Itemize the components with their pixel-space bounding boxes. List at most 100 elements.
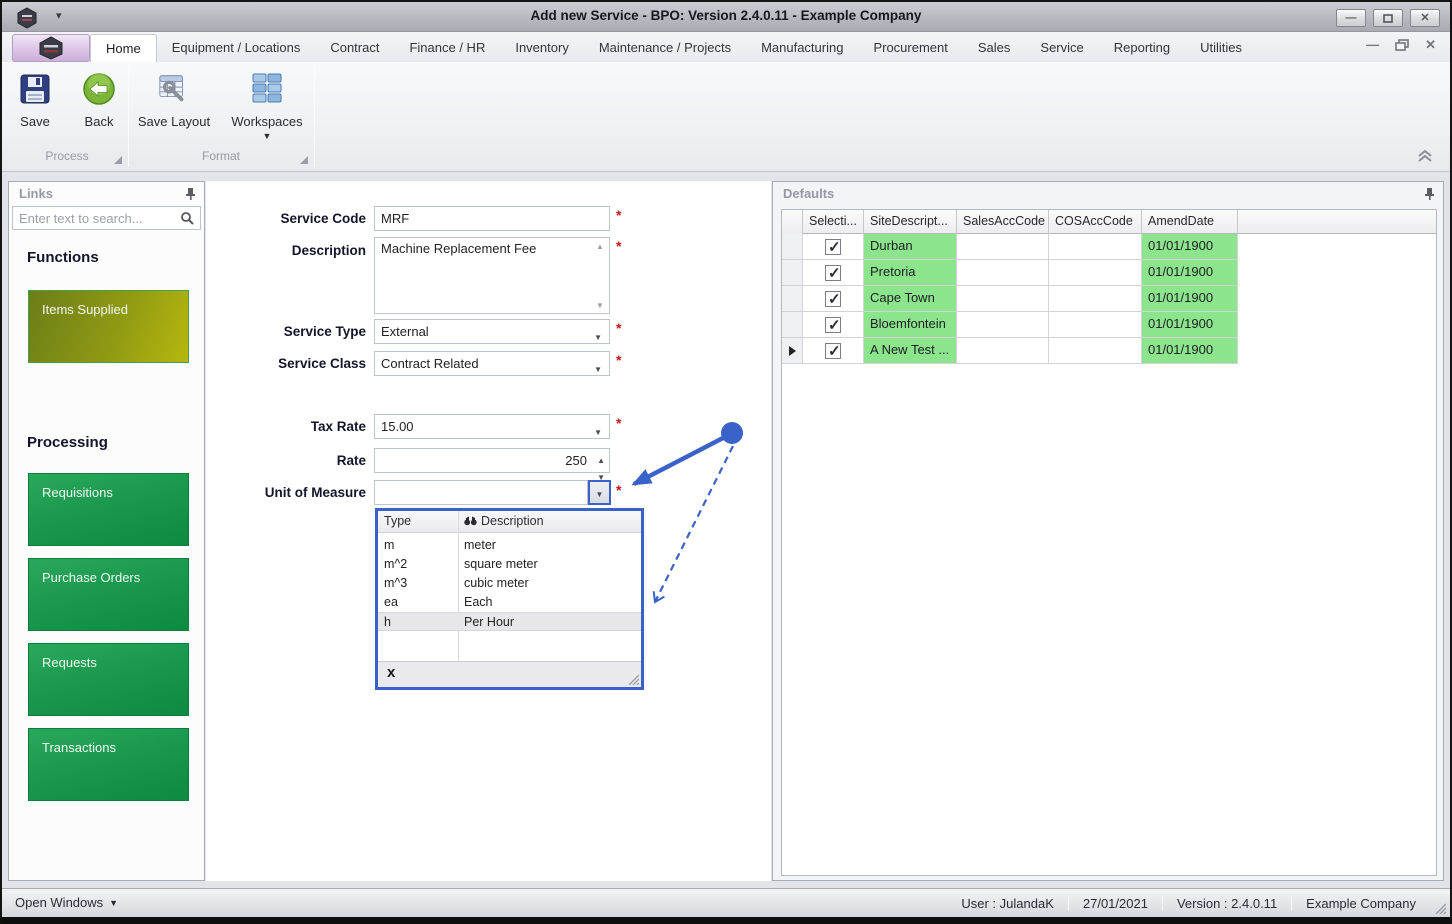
back-button[interactable]: Back [72, 68, 126, 129]
status-separator [1162, 895, 1163, 911]
tab-procurement[interactable]: Procurement [858, 34, 962, 62]
mdi-restore-button[interactable] [1395, 39, 1409, 51]
unit-of-measure-dropdown-button[interactable] [588, 480, 611, 505]
uom-option-m[interactable]: m meter [378, 536, 641, 555]
checkbox-checked-icon[interactable] [825, 343, 841, 359]
dialog-launcher-icon[interactable] [300, 156, 308, 164]
checkbox-checked-icon[interactable] [825, 291, 841, 307]
site-cell[interactable]: Pretoria [864, 260, 957, 286]
unit-of-measure-popup: Type Description m meter m^2 sq [375, 508, 644, 690]
grid-header-selected[interactable]: Selecti... [803, 210, 864, 234]
amend-date-cell[interactable]: 01/01/1900 [1142, 338, 1238, 364]
unit-of-measure-input[interactable] [374, 480, 588, 505]
site-cell[interactable]: Durban [864, 234, 957, 260]
scroll-down-icon[interactable]: ▼ [596, 301, 604, 310]
save-button[interactable]: Save [8, 68, 62, 129]
sidebar-item-transactions[interactable]: Transactions [28, 728, 189, 801]
uom-option-ea[interactable]: ea Each [378, 593, 641, 612]
minimize-button[interactable]: — [1336, 9, 1366, 27]
tab-home[interactable]: Home [90, 34, 157, 62]
grid-header-sales-acc-code[interactable]: SalesAccCode [957, 210, 1049, 234]
chevron-down-icon[interactable] [594, 423, 602, 438]
rate-stepper[interactable]: 250 [374, 448, 610, 473]
grid-header-site-description[interactable]: SiteDescript... [864, 210, 957, 234]
tab-reporting[interactable]: Reporting [1099, 34, 1185, 62]
grid-header-cos-acc-code[interactable]: COSAccCode [1049, 210, 1142, 234]
amend-date-cell[interactable]: 01/01/1900 [1142, 286, 1238, 312]
search-icon[interactable] [180, 211, 195, 226]
sales-acc-cell[interactable] [957, 338, 1049, 364]
checkbox-checked-icon[interactable] [825, 317, 841, 333]
spin-up-icon[interactable] [597, 451, 605, 466]
pin-icon[interactable] [185, 187, 196, 200]
dialog-launcher-icon[interactable] [114, 156, 122, 164]
site-cell[interactable]: Cape Town [864, 286, 957, 312]
selected-cell[interactable] [803, 260, 864, 286]
grid-header-amend-date[interactable]: AmendDate [1142, 210, 1238, 234]
tab-maintenance-projects[interactable]: Maintenance / Projects [584, 34, 746, 62]
sales-acc-cell[interactable] [957, 260, 1049, 286]
tab-finance-hr[interactable]: Finance / HR [394, 34, 500, 62]
chevron-down-icon[interactable] [594, 360, 602, 375]
service-type-select[interactable]: External [374, 319, 610, 344]
cos-acc-cell[interactable] [1049, 338, 1142, 364]
sidebar-item-requisitions[interactable]: Requisitions [28, 473, 189, 546]
workspaces-icon [250, 72, 284, 106]
workspaces-button[interactable]: Workspaces ▼ [225, 68, 309, 141]
mdi-close-button[interactable]: ✕ [1425, 38, 1436, 51]
checkbox-checked-icon[interactable] [825, 265, 841, 281]
checkbox-checked-icon[interactable] [825, 239, 841, 255]
selected-cell[interactable] [803, 338, 864, 364]
amend-date-cell[interactable]: 01/01/1900 [1142, 234, 1238, 260]
save-layout-button[interactable]: Save Layout [133, 68, 215, 141]
selected-cell[interactable] [803, 234, 864, 260]
sidebar-item-purchase-orders[interactable]: Purchase Orders [28, 558, 189, 631]
popup-column-description[interactable]: Description [464, 514, 544, 528]
sidebar-item-requests[interactable]: Requests [28, 643, 189, 716]
scroll-up-icon[interactable]: ▲ [596, 242, 604, 251]
required-marker: * [616, 238, 621, 254]
application-menu-button[interactable] [12, 34, 90, 62]
cos-acc-cell[interactable] [1049, 286, 1142, 312]
description-input[interactable]: Machine Replacement Fee [374, 237, 610, 314]
selected-cell[interactable] [803, 286, 864, 312]
open-windows-button[interactable]: Open Windows ▼ [15, 895, 118, 910]
sales-acc-cell[interactable] [957, 234, 1049, 260]
close-button[interactable]: ✕ [1410, 9, 1440, 27]
sidebar-item-items-supplied[interactable]: Items Supplied [28, 290, 189, 363]
popup-close-button[interactable]: x [387, 665, 395, 680]
site-cell[interactable]: A New Test ... [864, 338, 957, 364]
pin-icon[interactable] [1424, 187, 1435, 200]
tab-utilities[interactable]: Utilities [1185, 34, 1257, 62]
resize-grip-icon[interactable] [1432, 900, 1446, 914]
maximize-button[interactable] [1373, 9, 1403, 27]
search-input[interactable] [13, 207, 200, 229]
resize-grip-icon[interactable] [626, 672, 639, 685]
amend-date-cell[interactable]: 01/01/1900 [1142, 312, 1238, 338]
collapse-ribbon-icon[interactable] [1416, 149, 1434, 163]
tab-sales[interactable]: Sales [963, 34, 1026, 62]
uom-option-m2[interactable]: m^2 square meter [378, 555, 641, 574]
cos-acc-cell[interactable] [1049, 312, 1142, 338]
tax-rate-select[interactable]: 15.00 [374, 414, 610, 439]
mdi-minimize-button[interactable]: — [1366, 38, 1379, 51]
tab-inventory[interactable]: Inventory [500, 34, 583, 62]
tab-contract[interactable]: Contract [315, 34, 394, 62]
save-layout-label: Save Layout [138, 114, 210, 129]
site-cell[interactable]: Bloemfontein [864, 312, 957, 338]
service-class-select[interactable]: Contract Related [374, 351, 610, 376]
tab-manufacturing[interactable]: Manufacturing [746, 34, 858, 62]
amend-date-cell[interactable]: 01/01/1900 [1142, 260, 1238, 286]
cos-acc-cell[interactable] [1049, 234, 1142, 260]
sales-acc-cell[interactable] [957, 312, 1049, 338]
uom-option-h[interactable]: h Per Hour [378, 612, 641, 631]
cos-acc-cell[interactable] [1049, 260, 1142, 286]
popup-column-type[interactable]: Type [384, 514, 411, 528]
selected-cell[interactable] [803, 312, 864, 338]
chevron-down-icon[interactable] [594, 328, 602, 343]
tab-service[interactable]: Service [1025, 34, 1098, 62]
tab-equipment-locations[interactable]: Equipment / Locations [157, 34, 316, 62]
sales-acc-cell[interactable] [957, 286, 1049, 312]
service-code-input[interactable] [374, 206, 610, 231]
uom-option-m3[interactable]: m^3 cubic meter [378, 574, 641, 593]
